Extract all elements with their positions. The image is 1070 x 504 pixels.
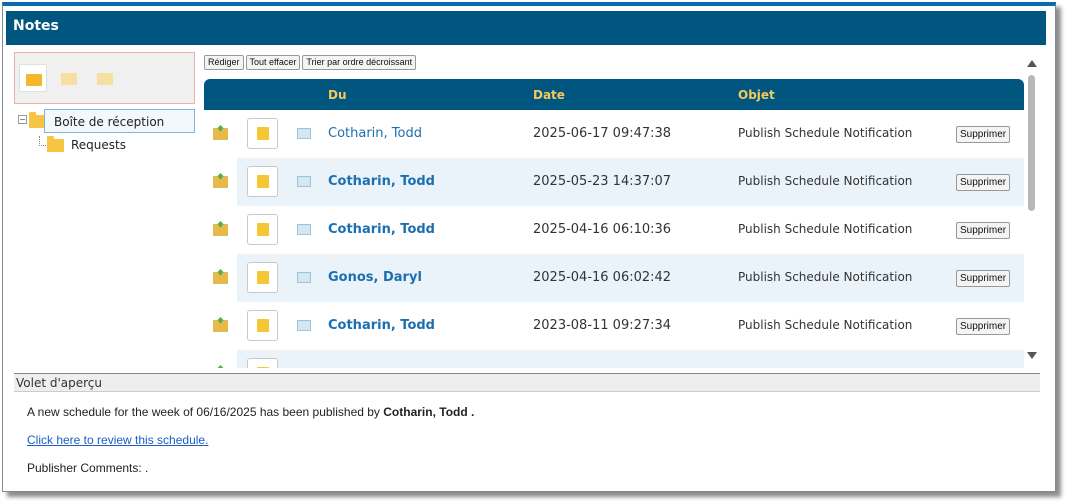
scroll-up-icon[interactable] bbox=[1027, 60, 1037, 67]
delete-folder-icon bbox=[97, 73, 113, 85]
delete-folder-button[interactable] bbox=[91, 64, 119, 92]
sender-link[interactable]: Gonos, Daryl bbox=[328, 270, 422, 285]
preview-message-text: A new schedule for the week of 06/16/202… bbox=[27, 405, 384, 419]
collapse-toggle[interactable]: − bbox=[18, 115, 27, 124]
requests-folder-icon bbox=[47, 136, 64, 152]
table-row[interactable]: Cotharin, Todd 2023-08-11 09:27:34 Publish… bbox=[204, 302, 1024, 350]
table-row[interactable]: Cotharin, Todd 2025-04-16 06:10:36 Publish… bbox=[204, 206, 1024, 254]
scroll-down-icon[interactable] bbox=[1027, 352, 1037, 359]
sender-link[interactable]: Cotharin, Todd bbox=[328, 318, 435, 333]
sender-link[interactable]: Cotharin, Todd bbox=[328, 222, 435, 237]
scroll-thumb[interactable] bbox=[1028, 75, 1035, 211]
message-subject: Publish Schedule Notification bbox=[738, 174, 913, 188]
grid-header: Du Date Objet bbox=[204, 79, 1024, 110]
unread-envelope-icon bbox=[297, 320, 311, 331]
message-date: 2025-04-16 06:02:42 bbox=[533, 270, 672, 285]
delete-message-button[interactable]: Supprimer bbox=[956, 174, 1011, 191]
message-subject: Publish Schedule Notification bbox=[738, 318, 913, 332]
delete-message-button[interactable]: Supprimer bbox=[956, 270, 1011, 287]
grid-scrollbar[interactable] bbox=[1024, 56, 1040, 362]
preview-pane: A new schedule for the week of 06/16/202… bbox=[14, 393, 1040, 489]
note-button[interactable] bbox=[247, 166, 278, 197]
move-to-folder-icon[interactable] bbox=[213, 224, 228, 236]
message-grid: Du Date Objet Cotharin, Todd 2025-06-17 0… bbox=[204, 78, 1024, 368]
clear-all-button[interactable]: Tout effacer bbox=[245, 55, 301, 70]
move-to-folder-icon[interactable] bbox=[213, 176, 228, 188]
table-row[interactable]: Gonos, Daryl 2025-04-16 06:02:42 Publish S… bbox=[204, 254, 1024, 302]
sort-descending-button[interactable]: Trier par ordre décroissant bbox=[302, 55, 417, 70]
move-to-folder-icon[interactable] bbox=[213, 128, 228, 140]
message-subject: Publish Schedule Notification bbox=[738, 270, 913, 284]
read-envelope-icon bbox=[297, 128, 311, 139]
note-button[interactable] bbox=[247, 118, 278, 149]
note-button[interactable] bbox=[247, 358, 278, 368]
sender-link[interactable]: Cotharin, Todd bbox=[328, 174, 435, 189]
unread-envelope-icon bbox=[297, 224, 311, 235]
column-date[interactable]: Date bbox=[533, 88, 565, 102]
note-button[interactable] bbox=[247, 214, 278, 245]
note-button[interactable] bbox=[247, 310, 278, 341]
unread-envelope-icon bbox=[297, 272, 311, 283]
review-schedule-link[interactable]: Click here to review this schedule. bbox=[27, 433, 208, 447]
new-folder-button[interactable] bbox=[19, 64, 47, 92]
rename-folder-icon bbox=[61, 73, 77, 85]
preview-pane-title: Volet d'aperçu bbox=[14, 373, 1040, 392]
note-button[interactable] bbox=[247, 262, 278, 293]
delete-message-button[interactable]: Supprimer bbox=[956, 318, 1011, 335]
table-row[interactable]: Cotharin, Todd 2025-06-17 09:47:38 Publish… bbox=[204, 110, 1024, 158]
move-to-folder-icon[interactable] bbox=[213, 272, 228, 284]
window-title: Notes bbox=[6, 11, 1046, 45]
table-row[interactable]: Cotharin, Todd 2025-05-23 14:37:07 Publish… bbox=[204, 158, 1024, 206]
column-from[interactable]: Du bbox=[328, 88, 347, 102]
tree-item-requests[interactable]: Requests bbox=[71, 138, 126, 152]
unread-envelope-icon bbox=[297, 176, 311, 187]
rename-folder-button[interactable] bbox=[55, 64, 83, 92]
message-date: 2025-04-16 06:10:36 bbox=[533, 222, 672, 237]
delete-message-button[interactable]: Supprimer bbox=[956, 126, 1011, 143]
message-date: 2023-08-11 09:27:34 bbox=[533, 318, 672, 333]
message-actions: Rédiger Tout effacer Trier par ordre décro… bbox=[204, 55, 418, 70]
compose-button[interactable]: Rédiger bbox=[204, 55, 244, 70]
move-to-folder-icon[interactable] bbox=[213, 320, 228, 332]
tree-item-inbox[interactable]: Boîte de réception bbox=[44, 109, 195, 133]
new-folder-icon bbox=[26, 74, 42, 86]
folder-toolbar bbox=[14, 52, 195, 104]
message-subject: Publish Schedule Notification bbox=[738, 126, 913, 140]
preview-message: A new schedule for the week of 06/16/202… bbox=[27, 405, 474, 419]
column-subject[interactable]: Objet bbox=[738, 88, 775, 102]
preview-publisher: Cotharin, Todd . bbox=[383, 405, 475, 419]
message-date: 2025-06-17 09:47:38 bbox=[533, 126, 672, 141]
publisher-comments: Publisher Comments: . bbox=[27, 461, 149, 475]
delete-message-button[interactable]: Supprimer bbox=[956, 222, 1011, 239]
message-date: 2025-05-23 14:37:07 bbox=[533, 174, 672, 189]
table-row[interactable] bbox=[204, 350, 1024, 368]
sender-link[interactable]: Cotharin, Todd bbox=[328, 126, 422, 141]
message-subject: Publish Schedule Notification bbox=[738, 222, 913, 236]
